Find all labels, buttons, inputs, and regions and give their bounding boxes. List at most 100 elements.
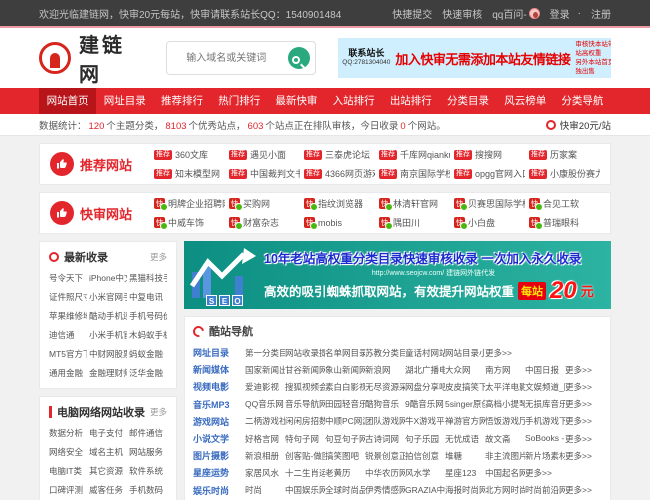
site-link[interactable]: 中国娱乐网 [285,484,325,496]
recommend-site-link[interactable]: 推荐 中国裁判文书网 [229,167,300,180]
latest-site-link[interactable]: 通用金融 [49,367,87,379]
site-link[interactable]: 湖北广播电 [405,364,445,376]
site-link[interactable]: 搞笑图吧 [325,450,365,462]
cool-category-link[interactable]: 星座运势 [193,466,245,479]
login-link[interactable]: 登录 [550,6,570,21]
recommend-site-link[interactable]: 推荐 小康股份赛力斯 [529,167,600,180]
site-link[interactable]: 时尚前沿网 [525,484,565,496]
site-link[interactable]: 手机游戏下 [525,415,565,427]
nav-item[interactable]: 出站排行 [382,88,439,114]
more-link[interactable]: 更多>> [565,415,605,427]
category-link[interactable]: 数据分析 [49,427,87,439]
cool-category-link[interactable]: 娱乐时尚 [193,484,245,497]
site-link[interactable]: 悟饭游戏厅 [485,415,525,427]
cool-category-link[interactable]: 图片摄影 [193,449,245,462]
latest-site-link[interactable]: 中复电讯 [129,291,167,303]
site-link[interactable]: SoBooks - [525,433,565,445]
site-link[interactable]: 国家新闻出 [245,364,285,376]
more-link[interactable]: 更多>> [565,450,605,462]
fast-site-link[interactable]: 快 指纹浏览器 [304,197,375,210]
site-link[interactable]: 网站收录提 [285,347,325,359]
logo[interactable]: 建链网 [39,29,144,87]
fast-review-price[interactable]: 快审20元/站 [546,118,611,132]
category-link[interactable]: 网站服务 [129,446,167,458]
site-link[interactable]: 锐景创意正 [365,450,405,462]
site-link[interactable]: 爱迪影视 [245,381,285,393]
category-link[interactable]: 邮件通信 [129,427,167,439]
site-link[interactable]: 海报时尚网 [445,484,485,496]
fast-site-link[interactable]: 快 小白盘 [454,216,525,229]
nav-item[interactable]: 入站排行 [325,88,382,114]
site-link[interactable]: 团队游戏网 [365,415,405,427]
nav-item[interactable]: 分类目录 [439,88,496,114]
site-link[interactable]: 酷狗音乐 [365,398,405,410]
site-link[interactable]: 搜狐视频会 [285,381,325,393]
recommend-site-link[interactable]: 推荐 4366网页游戏 [304,167,375,180]
site-link[interactable]: 二柄游戏社 [245,415,285,427]
nav-item[interactable]: 热门排行 [211,88,268,114]
site-link[interactable]: 音乐导航网 [285,398,325,410]
category-link[interactable]: 电子支付 [89,427,127,439]
cool-category-link[interactable]: 小说文学 [193,432,245,445]
latest-site-link[interactable]: 迪信通 [49,329,87,341]
cool-category-link[interactable]: 新闻媒体 [193,363,245,376]
latest-site-link[interactable]: 小米官网手 [89,291,127,303]
more-link[interactable]: 更多>> [565,484,605,496]
quick-review-link[interactable]: 快速审核 [442,6,482,21]
category-link[interactable]: 网络安全 [49,446,87,458]
site-link[interactable]: 星座123 [445,467,485,479]
site-link[interactable]: 5singer原创 [445,398,485,410]
fast-site-link[interactable]: 快 合见工软 [529,197,600,210]
latest-site-link[interactable]: 金融理财师 [89,367,127,379]
search-input[interactable] [167,42,285,74]
site-link[interactable]: 非主流图片 [485,450,525,462]
category-link[interactable]: 威客任务 [89,484,127,496]
site-link[interactable]: 老黄历 [325,467,365,479]
site-link[interactable]: 句豆句子网 [325,433,365,445]
site-link[interactable]: 古诗词网 [365,433,405,445]
more-link[interactable]: 更多 [150,406,167,418]
category-link[interactable]: 电脑IT类 [49,465,87,477]
more-link[interactable]: 更多>> [565,381,605,393]
fast-site-link[interactable]: 快 买购网 [229,197,300,210]
recommend-site-link[interactable]: 推荐 历家案 [529,148,600,161]
nav-item[interactable]: 风云榜单 [497,88,554,114]
site-link[interactable]: 十二生肖运 [285,467,325,479]
category-link[interactable]: 手机数码 [129,484,167,496]
site-link[interactable]: GRAZIA中 [405,484,445,496]
qq-ask-link[interactable]: qq百问- [492,6,526,21]
site-link[interactable]: 名单网目录 [325,347,365,359]
site-link[interactable]: 牛X游戏平台 [405,415,445,427]
nav-item[interactable]: 推荐排行 [153,88,210,114]
site-link[interactable]: 中顺PC网游 [325,415,365,427]
fast-site-link[interactable]: 快 中威车饰 [154,216,225,229]
fast-site-link[interactable]: 快 贝赛思国际学校 [454,197,525,210]
latest-site-link[interactable]: 蚂蚁金融 [129,348,167,360]
site-link[interactable]: 网盘分享吧 [405,381,445,393]
site-link[interactable]: 中国起名网 [485,467,525,479]
site-link[interactable]: 拍信创意 [405,450,445,462]
latest-site-link[interactable]: 酷动手机连 [89,310,127,322]
site-link[interactable]: 伊秀情感网 [365,484,405,496]
fast-site-link[interactable]: 快 林清轩官网 [379,197,450,210]
site-link[interactable]: 南方网 [485,364,525,376]
site-link[interactable]: 无损库音乐 [525,398,565,410]
site-link[interactable]: 堆糖 [445,450,485,462]
more-link[interactable]: 更多>> [485,347,525,359]
latest-site-link[interactable]: 泛华金融 [129,367,167,379]
site-link[interactable]: 高档小提琴 [485,398,525,410]
site-link[interactable]: 北方网时尚 [485,484,525,496]
recommend-site-link[interactable]: 推荐 搜搜网 [454,148,525,161]
recommend-site-link[interactable]: 推荐 遇见小面 [229,148,300,161]
cool-category-link[interactable]: 音乐MP3 [193,398,245,411]
recommend-site-link[interactable]: 推荐 南京国际学校 [379,167,450,180]
site-link[interactable]: 无忧成语 [445,433,485,445]
quick-submit-link[interactable]: 快捷提交 [392,6,432,21]
site-link[interactable]: 全球时尚品 [325,484,365,496]
latest-site-link[interactable]: 号令天下 [49,272,87,284]
site-link[interactable]: 太平洋电影 [485,381,525,393]
site-link[interactable]: 无尽资源采 [365,381,405,393]
category-link[interactable]: 域名主机 [89,446,127,458]
latest-site-link[interactable]: 手机号码价 [129,310,167,322]
fast-site-link[interactable]: 快 mobis [304,216,375,229]
